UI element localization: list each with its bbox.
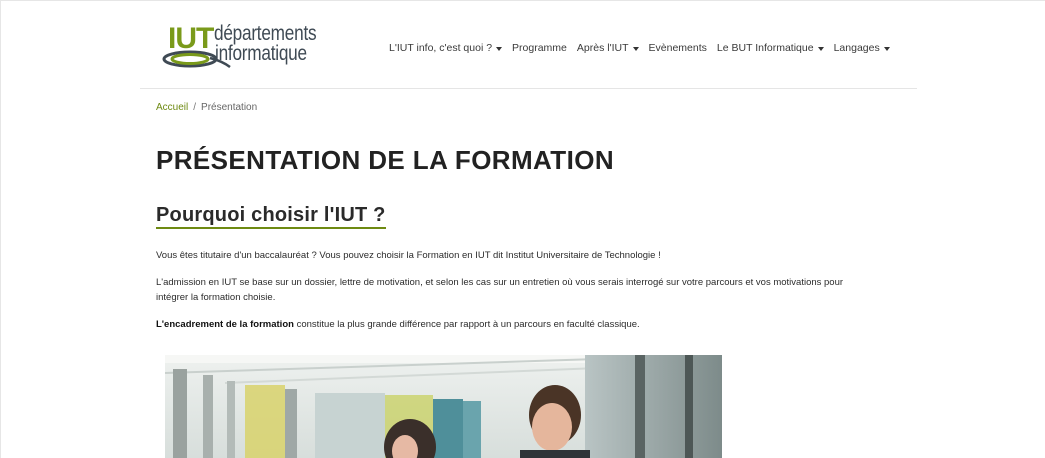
nav-label: L'IUT info, c'est quoi ?: [389, 42, 493, 54]
encadrement-bold: L'encadrement de la formation: [156, 319, 294, 330]
encadrement-rest: constitue la plus grande différence par …: [293, 319, 640, 330]
caret-down-icon: [817, 46, 824, 51]
intro-paragraph: Vous êtes titutaire d'un baccalauréat ? …: [156, 250, 661, 261]
nav-item-langages[interactable]: Langages: [834, 42, 890, 54]
breadcrumb-current: Présentation: [201, 102, 258, 113]
caret-down-icon: [883, 46, 890, 51]
breadcrumb-home-link[interactable]: Accueil: [156, 102, 188, 113]
nav-item-iut-info[interactable]: L'IUT info, c'est quoi ?: [389, 42, 503, 54]
nav-label: Le BUT Informatique: [716, 42, 814, 54]
logo-swoosh-icon: [162, 50, 231, 69]
admission-paragraph: L'admission en IUT se base sur un dossie…: [156, 277, 844, 303]
main-nav: L'IUT info, c'est quoi ? Programme Après…: [389, 38, 890, 58]
breadcrumb: Accueil / Présentation: [156, 102, 257, 113]
students-photo-image: [165, 355, 722, 458]
left-border: [0, 0, 1, 458]
encadrement-paragraph: L'encadrement de la formation constitue …: [156, 317, 876, 332]
caret-down-icon: [632, 46, 639, 51]
breadcrumb-separator: /: [193, 102, 197, 113]
nav-label: Evènements: [648, 42, 707, 54]
site-header: IUT départements informatique L'IUT info…: [140, 8, 917, 89]
section-title: Pourquoi choisir l'IUT ?: [156, 204, 386, 229]
nav-label: Langages: [833, 42, 880, 54]
site-logo[interactable]: IUT départements informatique: [160, 20, 330, 78]
nav-label: Après l'IUT: [576, 42, 629, 54]
caret-down-icon: [496, 46, 503, 51]
nav-label: Programme: [512, 42, 567, 54]
page-title: PRÉSENTATION DE LA FORMATION: [156, 145, 614, 175]
students-photo: [165, 355, 722, 458]
nav-item-but-informatique[interactable]: Le BUT Informatique: [717, 42, 824, 54]
nav-item-evenements[interactable]: Evènements: [649, 42, 707, 54]
nav-item-programme[interactable]: Programme: [512, 42, 567, 54]
top-border: [0, 0, 1045, 1]
nav-item-apres-iut[interactable]: Après l'IUT: [577, 42, 639, 54]
